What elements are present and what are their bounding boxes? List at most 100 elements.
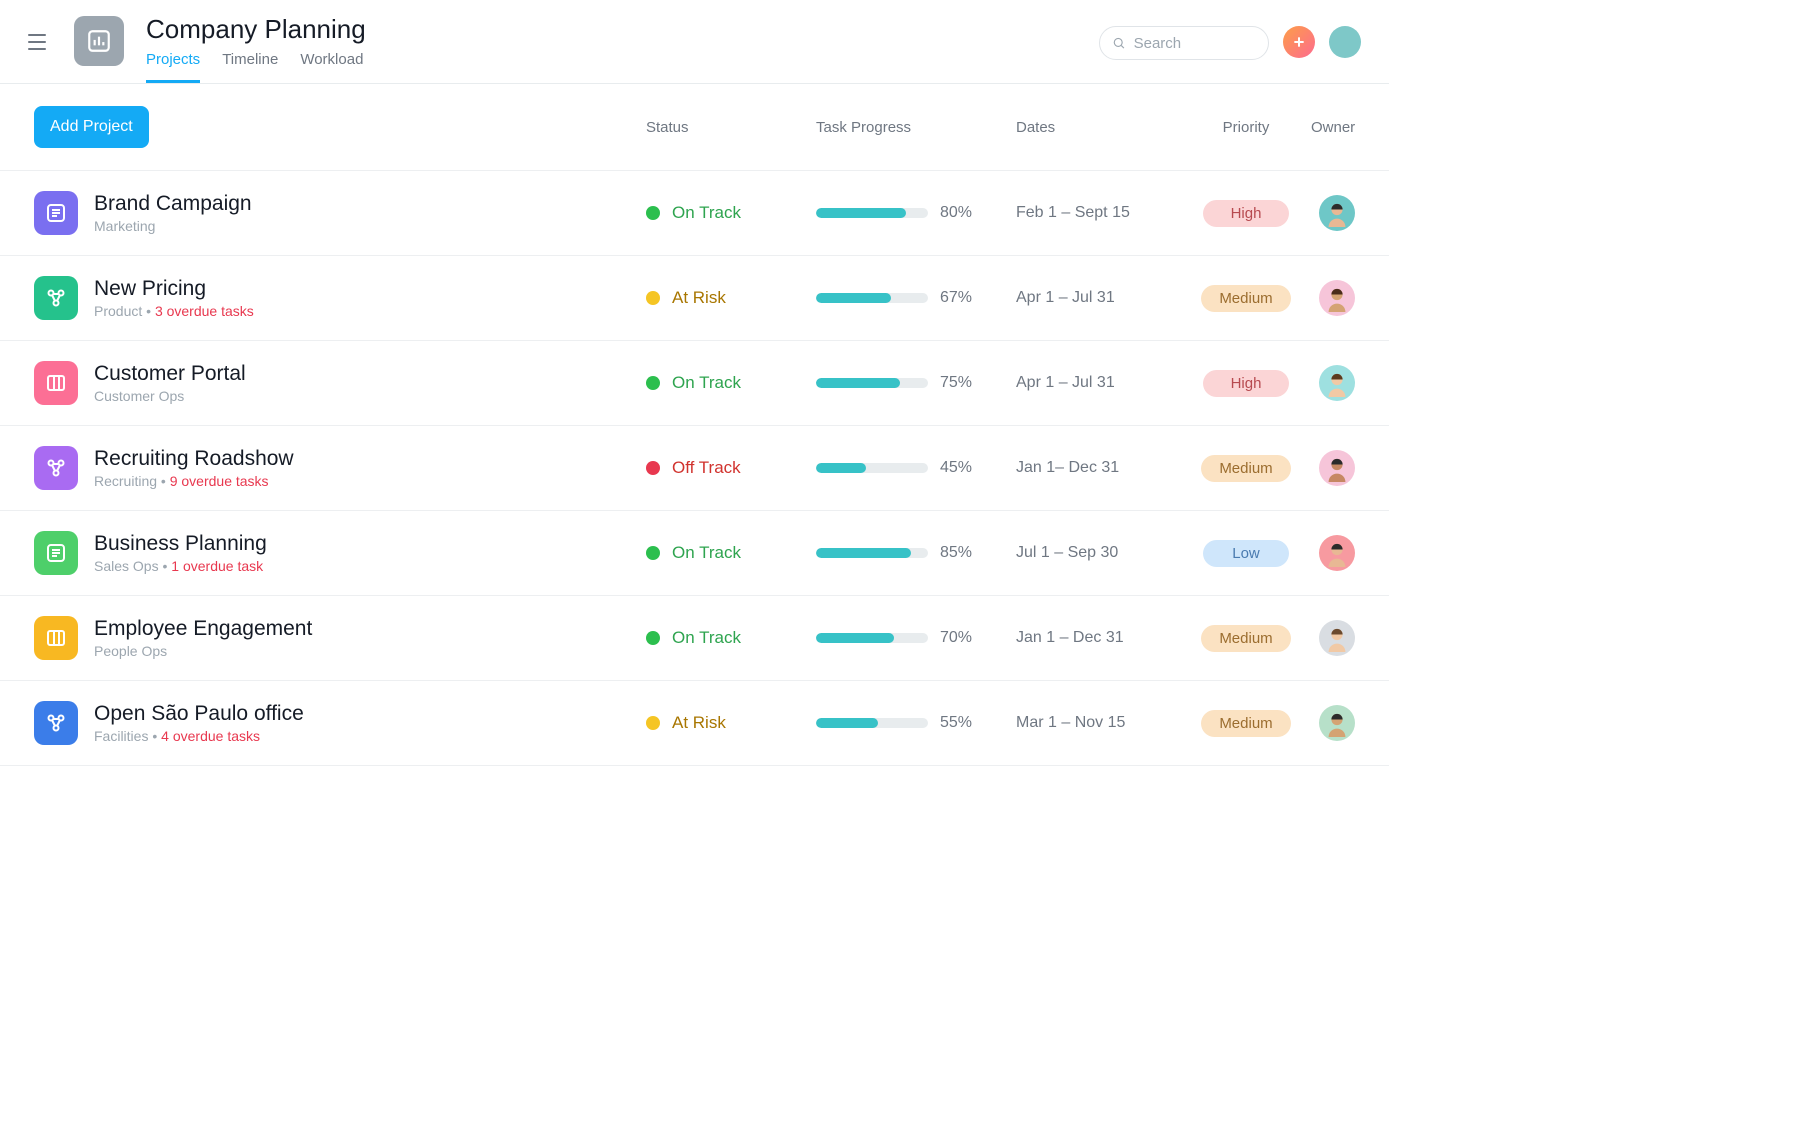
dates-cell: Jul 1 – Sep 30 bbox=[1016, 544, 1181, 562]
owner-avatar[interactable] bbox=[1319, 535, 1355, 571]
project-meta: Customer Ops bbox=[94, 388, 646, 404]
owner-avatar[interactable] bbox=[1319, 620, 1355, 656]
progress-percent: 75% bbox=[940, 374, 972, 392]
progress-bar bbox=[816, 293, 928, 303]
status-dot-icon bbox=[646, 631, 660, 645]
progress-percent: 45% bbox=[940, 459, 972, 477]
table-row[interactable]: Employee Engagement People Ops On Track … bbox=[0, 596, 1389, 681]
flow-icon bbox=[34, 276, 78, 320]
priority-badge: High bbox=[1203, 200, 1289, 227]
status-label: At Risk bbox=[672, 288, 726, 308]
workspace-icon[interactable] bbox=[74, 16, 124, 66]
dates-cell: Apr 1 – Jul 31 bbox=[1016, 374, 1181, 392]
flow-icon bbox=[34, 446, 78, 490]
status-label: On Track bbox=[672, 543, 741, 563]
dates-cell: Jan 1– Dec 31 bbox=[1016, 459, 1181, 477]
column-dates: Dates bbox=[1016, 119, 1181, 136]
progress-cell: 70% bbox=[816, 629, 1016, 647]
topbar: Company Planning Projects Timeline Workl… bbox=[0, 0, 1389, 84]
project-meta: Sales Ops • 1 overdue task bbox=[94, 558, 646, 574]
project-list: Brand Campaign Marketing On Track 80% Fe… bbox=[0, 171, 1389, 766]
table-row[interactable]: Business Planning Sales Ops • 1 overdue … bbox=[0, 511, 1389, 596]
progress-percent: 85% bbox=[940, 544, 972, 562]
project-name: New Pricing bbox=[94, 277, 646, 301]
search-icon bbox=[1112, 35, 1126, 51]
priority-badge: Medium bbox=[1201, 625, 1290, 652]
status-label: On Track bbox=[672, 203, 741, 223]
progress-bar bbox=[816, 718, 928, 728]
progress-cell: 85% bbox=[816, 544, 1016, 562]
progress-cell: 45% bbox=[816, 459, 1016, 477]
status-dot-icon bbox=[646, 716, 660, 730]
list-icon bbox=[34, 531, 78, 575]
search-input[interactable] bbox=[1134, 35, 1256, 52]
owner-avatar[interactable] bbox=[1319, 195, 1355, 231]
status-cell: On Track bbox=[646, 628, 816, 648]
owner-avatar[interactable] bbox=[1319, 280, 1355, 316]
project-name: Brand Campaign bbox=[94, 192, 646, 216]
menu-icon[interactable] bbox=[28, 28, 56, 56]
project-name: Business Planning bbox=[94, 532, 646, 556]
progress-percent: 67% bbox=[940, 289, 972, 307]
add-project-button[interactable]: Add Project bbox=[34, 106, 149, 148]
progress-bar bbox=[816, 463, 928, 473]
tab-workload[interactable]: Workload bbox=[300, 51, 363, 83]
project-name: Customer Portal bbox=[94, 362, 646, 386]
status-dot-icon bbox=[646, 546, 660, 560]
priority-badge: Medium bbox=[1201, 455, 1290, 482]
status-dot-icon bbox=[646, 206, 660, 220]
tab-timeline[interactable]: Timeline bbox=[222, 51, 278, 83]
priority-badge: High bbox=[1203, 370, 1289, 397]
chart-icon bbox=[86, 28, 112, 54]
status-cell: On Track bbox=[646, 543, 816, 563]
priority-badge: Medium bbox=[1201, 710, 1290, 737]
progress-percent: 55% bbox=[940, 714, 972, 732]
user-avatar[interactable] bbox=[1329, 26, 1361, 58]
column-priority: Priority bbox=[1181, 119, 1311, 136]
project-meta: Facilities • 4 overdue tasks bbox=[94, 728, 646, 744]
flow-icon bbox=[34, 701, 78, 745]
table-row[interactable]: Recruiting Roadshow Recruiting • 9 overd… bbox=[0, 426, 1389, 511]
status-cell: On Track bbox=[646, 373, 816, 393]
status-label: On Track bbox=[672, 373, 741, 393]
progress-bar bbox=[816, 633, 928, 643]
board-icon bbox=[34, 616, 78, 660]
priority-badge: Low bbox=[1203, 540, 1289, 567]
column-owner: Owner bbox=[1311, 119, 1355, 136]
priority-badge: Medium bbox=[1201, 285, 1290, 312]
table-row[interactable]: New Pricing Product • 3 overdue tasks At… bbox=[0, 256, 1389, 341]
owner-avatar[interactable] bbox=[1319, 365, 1355, 401]
column-progress: Task Progress bbox=[816, 119, 1016, 136]
global-add-button[interactable] bbox=[1283, 26, 1315, 58]
status-label: On Track bbox=[672, 628, 741, 648]
dates-cell: Jan 1 – Dec 31 bbox=[1016, 629, 1181, 647]
table-row[interactable]: Customer Portal Customer Ops On Track 75… bbox=[0, 341, 1389, 426]
project-meta: Product • 3 overdue tasks bbox=[94, 303, 646, 319]
project-meta: Recruiting • 9 overdue tasks bbox=[94, 473, 646, 489]
board-icon bbox=[34, 361, 78, 405]
progress-percent: 70% bbox=[940, 629, 972, 647]
dates-cell: Mar 1 – Nov 15 bbox=[1016, 714, 1181, 732]
progress-cell: 80% bbox=[816, 204, 1016, 222]
status-dot-icon bbox=[646, 376, 660, 390]
page-title: Company Planning bbox=[146, 14, 366, 45]
project-name: Recruiting Roadshow bbox=[94, 447, 646, 471]
table-row[interactable]: Brand Campaign Marketing On Track 80% Fe… bbox=[0, 171, 1389, 256]
status-cell: At Risk bbox=[646, 288, 816, 308]
owner-avatar[interactable] bbox=[1319, 705, 1355, 741]
status-dot-icon bbox=[646, 461, 660, 475]
status-cell: Off Track bbox=[646, 458, 816, 478]
plus-icon bbox=[1291, 34, 1307, 50]
owner-avatar[interactable] bbox=[1319, 450, 1355, 486]
tab-projects[interactable]: Projects bbox=[146, 51, 200, 83]
progress-cell: 67% bbox=[816, 289, 1016, 307]
status-cell: On Track bbox=[646, 203, 816, 223]
dates-cell: Apr 1 – Jul 31 bbox=[1016, 289, 1181, 307]
search-field[interactable] bbox=[1099, 26, 1269, 60]
table-row[interactable]: Open São Paulo office Facilities • 4 ove… bbox=[0, 681, 1389, 766]
list-icon bbox=[34, 191, 78, 235]
tabs: Projects Timeline Workload bbox=[146, 51, 366, 83]
dates-cell: Feb 1 – Sept 15 bbox=[1016, 204, 1181, 222]
progress-percent: 80% bbox=[940, 204, 972, 222]
project-name: Employee Engagement bbox=[94, 617, 646, 641]
